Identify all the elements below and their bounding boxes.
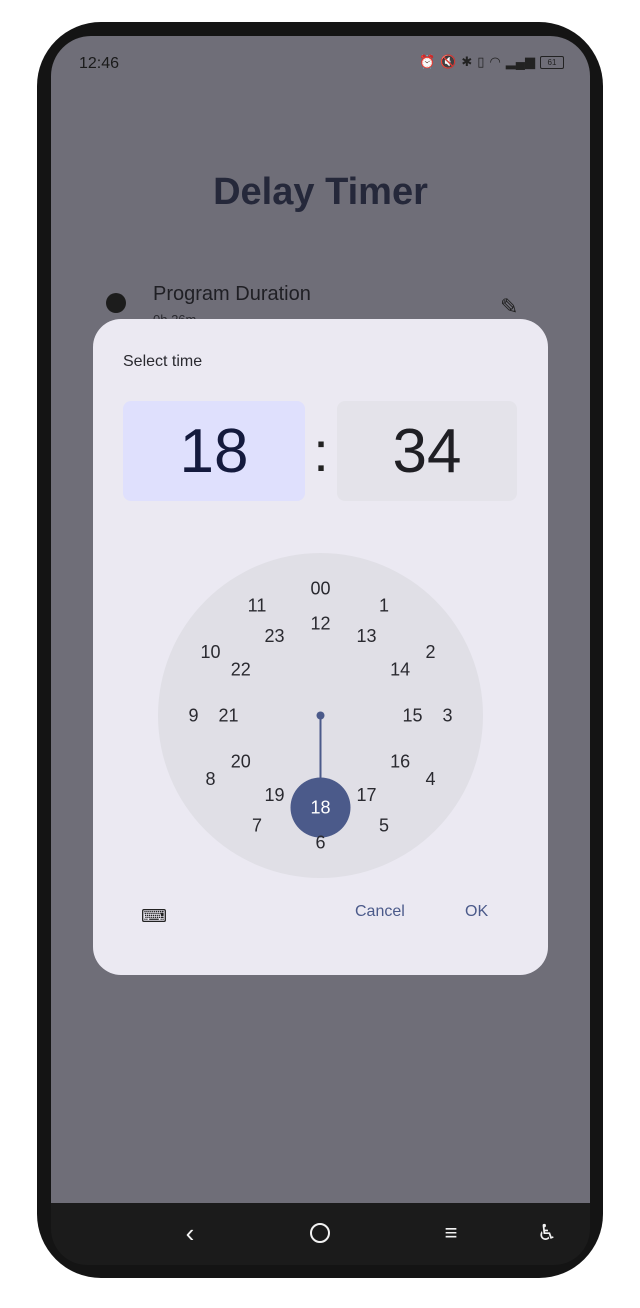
outer-hour-8[interactable]: 8 — [206, 769, 216, 789]
system-nav-bar: ‹ ≡ ♿ — [51, 1203, 590, 1265]
outer-hour-2[interactable]: 2 — [425, 642, 435, 662]
battery-icon: 61 — [540, 55, 564, 69]
time-separator: : — [313, 419, 329, 483]
clock-dial-face[interactable]: 001234567891011121314151617181920212223 — [158, 553, 483, 878]
outer-hour-1[interactable]: 1 — [379, 596, 389, 616]
minute-field[interactable]: 34 — [337, 401, 517, 501]
inner-hour-19[interactable]: 19 — [264, 785, 284, 805]
pencil-icon[interactable]: ✎ — [500, 294, 518, 320]
inner-hour-18[interactable]: 18 — [310, 798, 330, 818]
keyboard-icon[interactable]: ⌨ — [141, 906, 167, 927]
inner-hour-20[interactable]: 20 — [231, 752, 251, 772]
wifi-icon: ◠ — [489, 54, 501, 69]
inner-hour-21[interactable]: 21 — [218, 706, 238, 726]
outer-hour-3[interactable]: 3 — [442, 706, 452, 726]
inner-hour-12[interactable]: 12 — [310, 614, 330, 634]
inner-hour-17[interactable]: 17 — [356, 785, 376, 805]
clock-dial[interactable]: 00 1 2 3 4 5 6 7 8 9 10 11 12 13 14 15 16 17 18 19 20 21 22 23 — [158, 553, 483, 878]
time-picker-dialog: Select time 18 : 34 00 1 2 3 4 5 6 7 8 9 10 11 12 13 1… — [93, 319, 548, 975]
cancel-button[interactable]: Cancel — [355, 903, 405, 921]
signal-icon: ▂▄▆ — [505, 54, 535, 69]
alarm-icon: ⏰ — [419, 54, 436, 69]
status-icons: ⏰ 🔇 ✱ ▯ ◠ ▂▄▆ 61 — [419, 54, 564, 70]
outer-hour-10[interactable]: 10 — [200, 642, 220, 662]
outer-hour-5[interactable]: 5 — [379, 815, 389, 835]
inner-hour-16[interactable]: 16 — [390, 752, 410, 772]
accessibility-icon[interactable]: ♿ — [527, 1213, 567, 1253]
ok-button[interactable]: OK — [465, 903, 488, 921]
outer-hour-9[interactable]: 9 — [188, 706, 198, 726]
inner-hour-15[interactable]: 15 — [402, 706, 422, 726]
inner-hour-13[interactable]: 13 — [356, 626, 376, 646]
menu-icon[interactable]: ≡ — [431, 1213, 471, 1253]
mute-icon: 🔇 — [440, 54, 457, 69]
stopwatch-icon — [106, 293, 126, 313]
vibrate-icon: ▯ — [477, 54, 485, 69]
outer-hour-11[interactable]: 11 — [248, 596, 267, 616]
outer-hour-7[interactable]: 7 — [252, 815, 262, 835]
page-title: Delay Timer — [213, 171, 428, 213]
clock-center-dot — [316, 711, 325, 720]
outer-hour-6[interactable]: 6 — [315, 833, 325, 853]
program-duration-label: Program Duration — [153, 283, 311, 305]
hour-field[interactable]: 18 — [123, 401, 305, 501]
dialog-title: Select time — [123, 353, 203, 370]
bluetooth-icon: ✱ — [461, 54, 473, 69]
outer-hour-4[interactable]: 4 — [425, 769, 435, 789]
inner-hour-23[interactable]: 23 — [264, 626, 284, 646]
outer-hour-00[interactable]: 00 — [310, 579, 330, 599]
back-icon[interactable]: ‹ — [170, 1213, 210, 1253]
status-time: 12:46 — [79, 55, 120, 72]
home-icon[interactable] — [300, 1213, 340, 1253]
inner-hour-14[interactable]: 14 — [390, 660, 410, 680]
inner-hour-22[interactable]: 22 — [231, 660, 251, 680]
